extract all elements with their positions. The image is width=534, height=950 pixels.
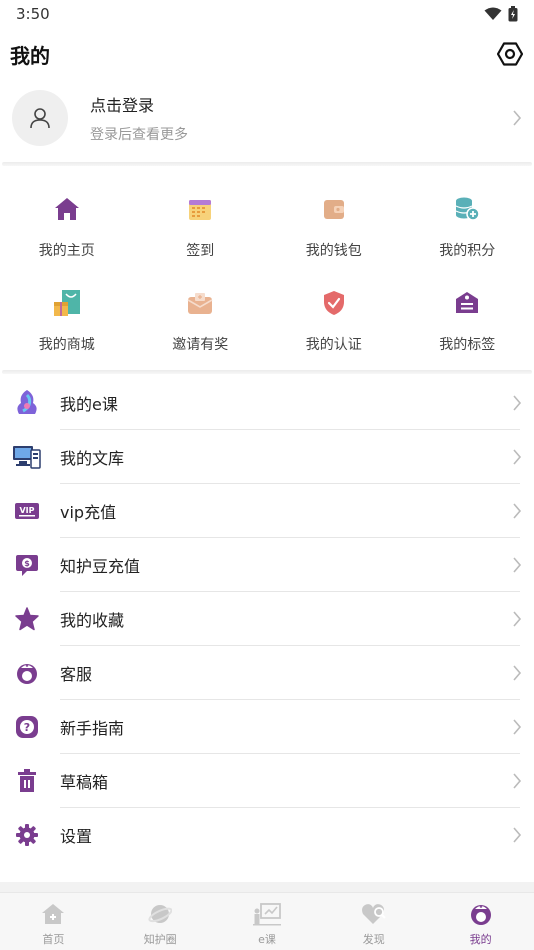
menu-item-label: 新手指南 [60, 719, 125, 738]
grid-label: 我的积分 [439, 243, 496, 259]
discover-icon [360, 901, 388, 927]
grid-label: 我的钱包 [305, 243, 362, 259]
status-bar: 3:50 [0, 0, 534, 28]
tab-label: 发现 [362, 933, 385, 946]
grid-item-tags[interactable]: 我的标签 [401, 270, 534, 364]
tab-label: e课 [258, 933, 276, 946]
chevron-right-icon [513, 719, 522, 735]
gear-icon [12, 820, 42, 850]
user-icon [30, 108, 50, 129]
menu-item-drafts[interactable]: 草稿箱 [0, 754, 534, 808]
planet-icon [146, 901, 174, 927]
battery-icon [508, 6, 518, 22]
menu-item-bean-recharge[interactable]: $ 知护豆充值 [0, 538, 534, 592]
calendar-icon [185, 194, 215, 224]
coin-chat-icon: $ [12, 550, 42, 580]
grid-item-shop[interactable]: 我的商城 [0, 270, 134, 364]
svg-text:VIP: VIP [19, 506, 34, 515]
hexagon-settings-icon [497, 42, 523, 66]
menu-item-settings[interactable]: 设置 [0, 808, 534, 862]
page-title: 我的 [10, 43, 50, 68]
login-subtitle: 登录后查看更多 [90, 127, 188, 143]
menu-item-favorites[interactable]: 我的收藏 [0, 592, 534, 646]
title-bar: 我的 [0, 28, 534, 80]
shield-check-icon [319, 288, 349, 318]
menu-item-customer-service[interactable]: 客服 [0, 646, 534, 700]
menu-item-beginner-guide[interactable]: ? 新手指南 [0, 700, 534, 754]
grid-label: 邀请有奖 [172, 337, 229, 353]
tab-ecourse[interactable]: e课 [214, 893, 321, 950]
ecourse-icon [12, 388, 42, 418]
menu-item-label: 我的e课 [60, 395, 118, 414]
menu-item-label: vip充值 [60, 503, 117, 522]
svg-text:$: $ [24, 559, 30, 568]
grid-label: 我的标签 [439, 337, 496, 353]
menu-item-label: 客服 [60, 665, 93, 684]
grid-label: 签到 [186, 243, 215, 259]
wallet-icon [319, 194, 349, 224]
grid-item-homepage[interactable]: 我的主页 [0, 176, 134, 270]
avatar[interactable] [12, 90, 68, 146]
menu-item-label: 草稿箱 [60, 773, 109, 792]
grid-item-checkin[interactable]: 签到 [134, 176, 268, 270]
chevron-right-icon [513, 611, 522, 627]
home-icon [52, 194, 82, 224]
grid-item-points[interactable]: 我的积分 [401, 176, 534, 270]
grid-item-invite[interactable]: 邀请有奖 [134, 270, 268, 364]
chevron-right-icon [513, 827, 522, 843]
home-tab-icon [39, 901, 67, 927]
settings-button[interactable] [496, 40, 524, 68]
tab-discover[interactable]: 发现 [320, 893, 427, 950]
grid-label: 我的主页 [38, 243, 95, 259]
menu-item-vip[interactable]: VIP vip充值 [0, 484, 534, 538]
shop-bag-icon [52, 288, 82, 318]
menu-list: 我的e课 我的文库 VIP vip充值 $ 知护豆充值 我的收藏 客服 ? 新手… [0, 376, 534, 862]
chevron-right-icon [513, 773, 522, 789]
gift-envelope-icon [185, 288, 215, 318]
status-time: 3:50 [16, 5, 50, 23]
login-card[interactable]: 点击登录 登录后查看更多 [0, 80, 534, 156]
menu-item-label: 我的文库 [60, 449, 125, 468]
menu-item-my-ecourse[interactable]: 我的e课 [0, 376, 534, 430]
coins-icon [452, 194, 482, 224]
menu-item-label: 知护豆充值 [60, 557, 141, 576]
grid-label: 我的商城 [38, 337, 95, 353]
vip-icon: VIP [12, 496, 42, 526]
tab-circle[interactable]: 知护圈 [107, 893, 214, 950]
grid-item-wallet[interactable]: 我的钱包 [267, 176, 401, 270]
tab-label: 知护圈 [143, 933, 177, 946]
trash-icon [12, 766, 42, 796]
lecture-icon [252, 901, 281, 927]
tab-label: 首页 [42, 933, 65, 946]
divider [0, 882, 534, 892]
tag-icon [452, 288, 482, 318]
svg-text:?: ? [24, 721, 30, 734]
question-icon: ? [12, 712, 42, 742]
chevron-right-icon [513, 449, 522, 465]
tab-label: 我的 [469, 933, 492, 946]
menu-item-label: 设置 [60, 827, 93, 846]
chevron-right-icon [513, 110, 522, 126]
tab-home[interactable]: 首页 [0, 893, 107, 950]
bottom-tab-bar: 首页 知护圈 e课 发现 我的 [0, 892, 534, 950]
status-icons [484, 6, 518, 22]
wifi-icon [484, 7, 502, 20]
login-texts: 点击登录 登录后查看更多 [90, 92, 188, 144]
menu-item-label: 我的收藏 [60, 611, 125, 630]
grid-item-certification[interactable]: 我的认证 [267, 270, 401, 364]
chevron-right-icon [513, 503, 522, 519]
shortcut-grid: 我的主页 签到 我的钱包 我的积分 我的商城 邀请有奖 我的认证 我的标签 [0, 166, 534, 370]
divider [2, 370, 532, 374]
chevron-right-icon [513, 665, 522, 681]
tab-mine[interactable]: 我的 [427, 893, 534, 950]
chevron-right-icon [513, 395, 522, 411]
profile-nurse-icon [467, 901, 495, 927]
library-computer-icon [12, 442, 42, 472]
nurse-icon [12, 658, 42, 688]
menu-item-my-library[interactable]: 我的文库 [0, 430, 534, 484]
star-icon [12, 604, 42, 634]
chevron-right-icon [513, 557, 522, 573]
grid-label: 我的认证 [305, 337, 362, 353]
login-title: 点击登录 [90, 96, 155, 115]
